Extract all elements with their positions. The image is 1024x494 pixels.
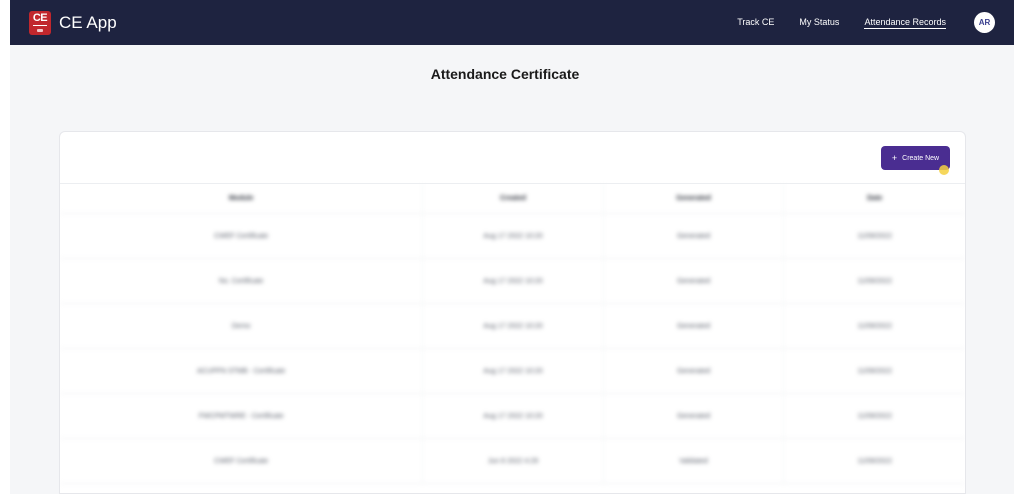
table-cell: Aug 17 2022 10:20 bbox=[423, 349, 604, 393]
cursor-highlight bbox=[939, 165, 949, 175]
brand-name: CE App bbox=[59, 12, 117, 32]
table-cell: Validated bbox=[604, 439, 785, 483]
table-cell: Generated bbox=[604, 349, 785, 393]
table-cell: Aug 17 2022 10:20 bbox=[423, 394, 604, 438]
table-cell: FWCPMTWRE - Certificate bbox=[60, 394, 424, 438]
table-cell: Aug 17 2022 10:20 bbox=[423, 214, 604, 258]
table-cell: 11/09/2022 bbox=[857, 412, 892, 420]
nav-link-my-status[interactable]: My Status bbox=[799, 17, 839, 28]
plus-icon: + bbox=[891, 153, 898, 163]
table-cell: CWEF Certificate bbox=[60, 439, 424, 483]
logo-detail bbox=[37, 28, 43, 32]
table-row[interactable]: FWCPMTWRE - Certificate Aug 17 2022 10:2… bbox=[60, 394, 965, 439]
create-new-label: Create New bbox=[902, 154, 940, 162]
nav-link-attendance-records[interactable]: Attendance Records bbox=[864, 17, 946, 29]
user-avatar[interactable]: AR bbox=[974, 12, 995, 33]
top-navbar: CE CE App Track CE My Status Attendance … bbox=[10, 0, 1014, 45]
records-card: + Create New Module Created Generated Da… bbox=[59, 131, 966, 494]
table-row[interactable]: ACUPPN STMB - Certificate Aug 17 2022 10… bbox=[60, 349, 965, 394]
table-row[interactable]: No. Certificate Aug 17 2022 10:20 Genera… bbox=[60, 259, 965, 304]
brand[interactable]: CE CE App bbox=[29, 10, 117, 35]
column-header-generated[interactable]: Generated bbox=[604, 184, 785, 213]
table-cell: CWEF Certificate bbox=[60, 214, 424, 258]
table-cell: Generated bbox=[604, 259, 785, 303]
table-cell: 11/09/2022 bbox=[857, 232, 892, 240]
column-header-module[interactable]: Module bbox=[60, 184, 424, 213]
ce-logo-icon: CE bbox=[29, 10, 51, 35]
table-cell: Aug 17 2022 10:20 bbox=[423, 304, 604, 348]
column-header-date[interactable]: Date bbox=[784, 184, 965, 213]
logo-text: CE bbox=[32, 11, 48, 26]
card-toolbar: + Create New bbox=[60, 132, 965, 184]
table-cell: Generated bbox=[604, 394, 785, 438]
page-title: Attendance Certificate bbox=[430, 66, 580, 82]
table-cell: Jun 8 2022 4:29 bbox=[423, 439, 604, 483]
table-cell: 11/09/2022 bbox=[857, 277, 892, 285]
table-cell: 11/09/2022 bbox=[857, 457, 892, 465]
table-cell: No. Certificate bbox=[60, 259, 424, 303]
column-header-created[interactable]: Created bbox=[423, 184, 604, 213]
table-row[interactable]: CWEF Certificate Jun 8 2022 4:29 Validat… bbox=[60, 439, 965, 484]
table-header: Module Created Generated Date bbox=[60, 184, 965, 214]
table-cell: 11/09/2022 bbox=[857, 322, 892, 330]
table-cell: ACUPPN STMB - Certificate bbox=[60, 349, 424, 393]
nav-links: Track CE My Status Attendance Records AR bbox=[737, 0, 1014, 45]
table-cell: 11/09/2022 bbox=[857, 367, 892, 375]
records-table: Module Created Generated Date CWEF Certi… bbox=[60, 184, 965, 484]
table-cell: Aug 17 2022 10:20 bbox=[423, 259, 604, 303]
table-cell: Generated bbox=[604, 214, 785, 258]
app-window: CE CE App Track CE My Status Attendance … bbox=[10, 0, 1014, 494]
table-row[interactable]: Demo Aug 17 2022 10:20 Generated 11/09/2… bbox=[60, 304, 965, 349]
table-row[interactable]: CWEF Certificate Aug 17 2022 10:20 Gener… bbox=[60, 214, 965, 259]
table-cell: Generated bbox=[604, 304, 785, 348]
table-cell: Demo bbox=[60, 304, 424, 348]
nav-link-track-ce[interactable]: Track CE bbox=[737, 17, 774, 28]
